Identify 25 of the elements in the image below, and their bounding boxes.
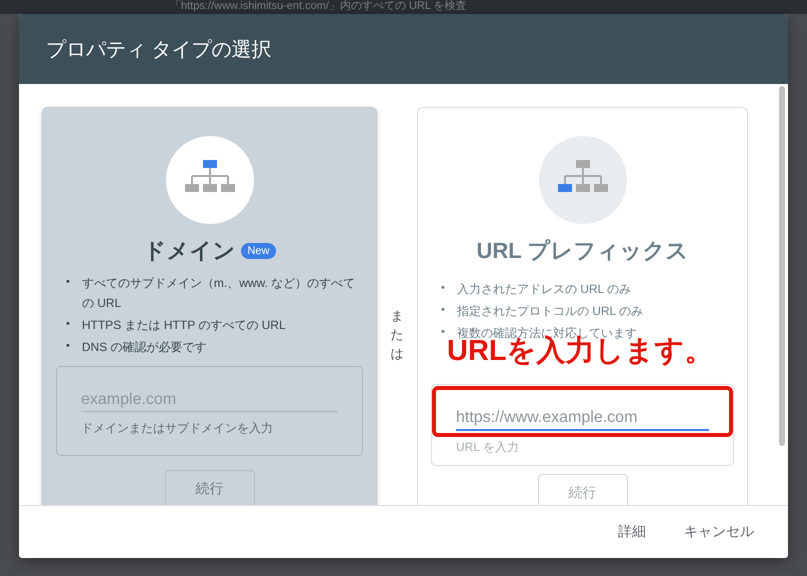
bullet-mark: • — [441, 325, 445, 340]
card-title: URL プレフィックス — [476, 237, 688, 265]
bullet-mark: • — [441, 303, 445, 318]
feature-item: 入力されたアドレスの URL のみ — [456, 281, 632, 298]
footer-button[interactable]: 詳細 — [606, 515, 658, 549]
feature-item: HTTPS または HTTP のすべての URL — [82, 317, 286, 334]
helper-text: ドメインまたはサブドメインを入力 — [81, 420, 274, 437]
scrollbar-thumb[interactable] — [779, 86, 785, 446]
bullet-mark: • — [441, 281, 445, 296]
dialog-title: プロパティ タイプの選択 — [46, 38, 272, 62]
feature-item: 指定されたプロトコルの URL のみ — [456, 303, 644, 320]
bullet-mark: • — [66, 339, 70, 354]
card-title: ドメイン — [143, 237, 236, 265]
footer-button[interactable]: キャンセル — [672, 515, 766, 549]
new-badge: New — [241, 243, 276, 259]
bullet-mark: • — [66, 317, 70, 332]
url-input-field[interactable]: https://www.example.com — [456, 407, 709, 431]
feature-item: すべてのサブドメイン（m.、www. など）のすべての URL — [82, 275, 356, 312]
separator-text: または — [390, 307, 404, 363]
url-input-field[interactable]: example.com — [81, 389, 338, 412]
feature-item: DNS の確認が必要です — [82, 339, 207, 356]
helper-text: URL を入力 — [456, 439, 520, 456]
search-text: 「https://www.ishimitsu-ent.com/」内のすべての URL を検査 — [170, 0, 467, 13]
bullet-mark: • — [66, 275, 70, 290]
property-card[interactable]: ドメイン New • すべてのサブドメイン（m.、www. など）のすべての URL • HTTPS または HTTP のすべての URL • DNS の確認が必要です example.com ドメインまたはサブドメインを入力 続行 — [42, 107, 377, 505]
